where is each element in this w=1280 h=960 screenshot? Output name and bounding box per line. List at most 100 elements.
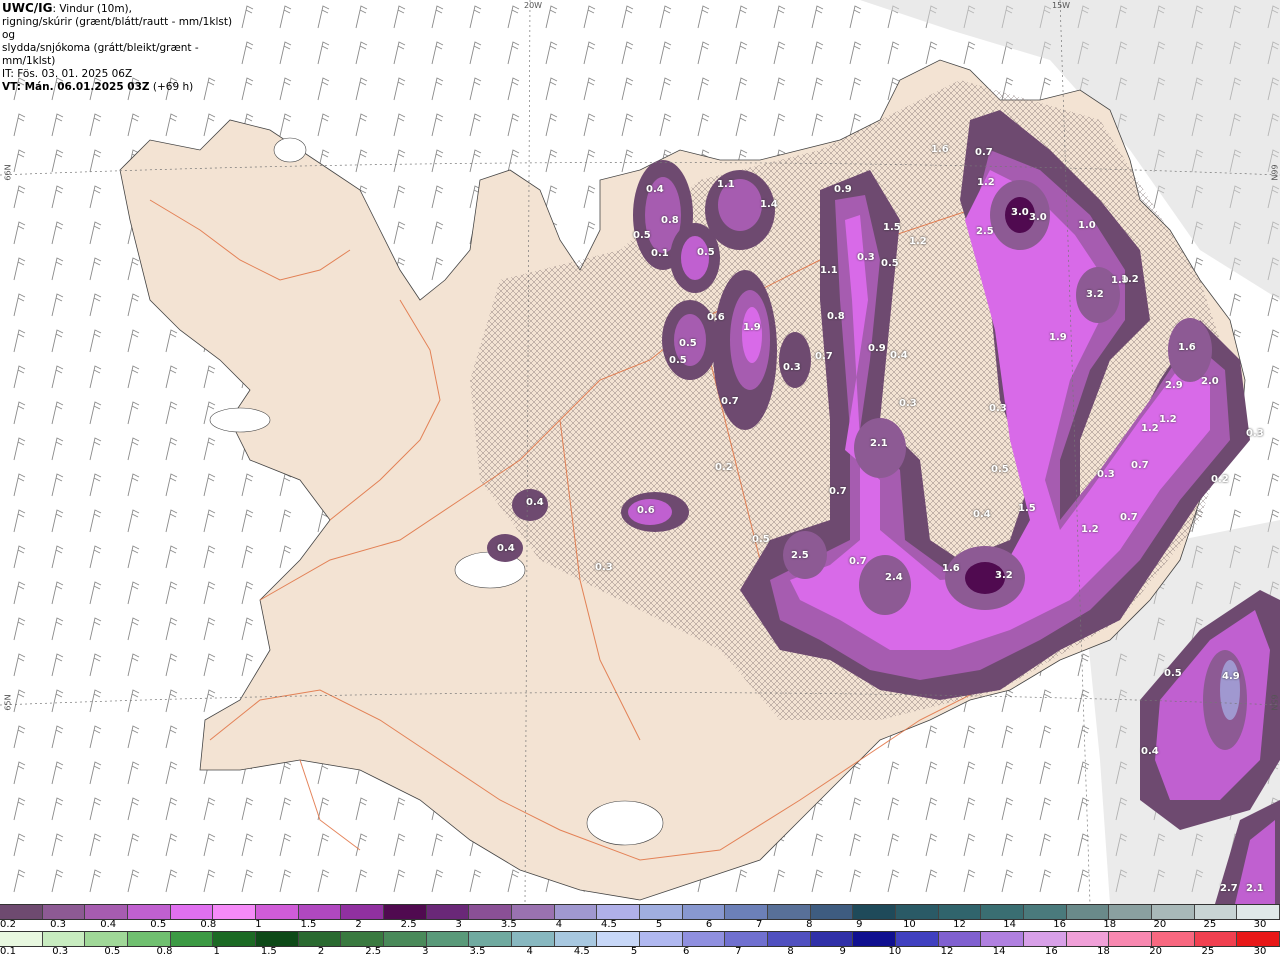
legend-swatch (981, 932, 1025, 946)
precip-value-label: 0.4 (973, 509, 991, 520)
legend-tick-label: 4.5 (573, 946, 590, 957)
legend-tick-label: 9 (856, 919, 863, 930)
legend-tick-label: 30 (1253, 919, 1267, 930)
legend-tick-label: 3 (455, 919, 462, 930)
precip-value-label: 0.5 (679, 338, 697, 349)
legend-swatch (554, 932, 598, 946)
legend-swatch (128, 905, 171, 919)
legend-tick-label: 8 (787, 946, 794, 957)
legend-tick-label: 0.8 (156, 946, 173, 957)
legend-tick-label: 14 (992, 946, 1006, 957)
legend-swatch (42, 905, 86, 919)
precip-value-label: 0.8 (827, 311, 845, 322)
legend-tick-label: 10 (888, 946, 902, 957)
precip-value-label: 1.1 (717, 179, 735, 190)
glacier-patch (209, 407, 271, 433)
legend-swatch (768, 905, 811, 919)
snow-legend-labels: 0.2 0.3 0.4 0.5 0.8 1 1.5 2 2.5 3 3.5 4 4.5 5 6 7 8 9 10 12… (0, 919, 1280, 931)
legend-tick-label: 25 (1203, 919, 1217, 930)
legend-swatch (170, 932, 214, 946)
precip-value-label: 1.5 (883, 222, 901, 233)
legend-swatch (1194, 905, 1238, 919)
precip-value-label: 0.9 (868, 343, 886, 354)
precip-value-label: 1.2 (977, 177, 995, 188)
legend-swatch (853, 932, 897, 946)
precip-value-label: 0.8 (661, 215, 679, 226)
precip-value-label: 2.9 (1165, 380, 1183, 391)
precip-value-label: 0.5 (633, 230, 651, 241)
precip-value-label: 1.6 (1178, 342, 1196, 353)
legend-swatch (1237, 905, 1280, 919)
legend-tick-label: 0.2 (0, 919, 16, 930)
precip-value-label: 1.2 (1159, 414, 1177, 425)
precip-value-label: 0.5 (881, 258, 899, 269)
legend-swatch (1152, 905, 1195, 919)
coord-label-20w: 20W (524, 1, 543, 10)
precip-value-label: 0.7 (815, 351, 833, 362)
legend-swatch (42, 932, 86, 946)
legend-swatch (298, 932, 342, 946)
map-info-box: UWC/IG: Vindur (10m), rigning/skúrir (gr… (0, 0, 240, 93)
legend-swatch (938, 905, 982, 919)
legend-swatch (981, 905, 1025, 919)
weather-map (0, 0, 1280, 904)
coord-label-65n-left: 65N (3, 694, 13, 711)
precip-value-label: 0.6 (707, 312, 725, 323)
legend-tick-label: 5 (655, 919, 663, 930)
precip-value-label: 0.5 (697, 247, 715, 258)
glacier-patch (273, 137, 307, 163)
precip-value-label: 0.3 (595, 562, 613, 573)
legend-swatch (1194, 932, 1238, 946)
precip-value-label: 0.5 (1164, 668, 1182, 679)
legend-swatch (170, 905, 214, 919)
legend-tick-label: 6 (705, 919, 713, 930)
legend-swatch (810, 905, 854, 919)
legend-swatch (256, 932, 299, 946)
legend-tick-label: 20 (1153, 919, 1167, 930)
legend-tick-label: 4 (526, 946, 533, 957)
rain-legend-swatches (0, 931, 1280, 947)
legend-tick-label: 9 (839, 946, 846, 957)
precip-value-label: 0.3 (1097, 469, 1115, 480)
precip-value-label: 1.6 (931, 144, 949, 155)
legend-tick-label: 0.3 (50, 919, 67, 930)
legend-tick-label: 12 (940, 946, 954, 957)
precip-value-label: 1.9 (743, 322, 761, 333)
legend-swatch (597, 905, 641, 919)
legend-swatch (1237, 932, 1280, 946)
legend-swatch (896, 932, 939, 946)
legend-swatch (384, 932, 427, 946)
coord-label-65n-right: 65N (1269, 694, 1279, 711)
legend-swatch (512, 932, 555, 946)
precip-value-label: 0.1 (651, 248, 669, 259)
precip-value-label: 2.4 (885, 572, 903, 583)
legend-swatch (1024, 932, 1067, 946)
precip-value-label: 0.4 (497, 543, 515, 554)
legend-swatch (1109, 932, 1153, 946)
precip-value-label: 0.3 (989, 403, 1007, 414)
precip-value-label: 0.2 (715, 462, 733, 473)
legend-swatch (0, 932, 43, 946)
legend-swatch (426, 905, 470, 919)
precip-value-label: 0.5 (991, 464, 1009, 475)
precip-value-label: 0.7 (829, 486, 847, 497)
precip-value-label: 1.1 (820, 265, 838, 276)
legend-swatch (469, 905, 513, 919)
precip-value-label: 1.6 (942, 563, 960, 574)
legend-swatch (1066, 905, 1110, 919)
legend-tick-label: 3.5 (500, 919, 517, 930)
precip-value-label: 0.4 (890, 350, 908, 361)
precip-value-label: 0.7 (1120, 512, 1138, 523)
legend-tick-label: 1.5 (260, 946, 277, 957)
legend-swatch (682, 905, 726, 919)
snow-legend-swatches (0, 904, 1280, 920)
legend-tick-label: 1 (255, 919, 262, 930)
legend-swatch (85, 905, 129, 919)
precip-value-label: 0.3 (1246, 428, 1264, 439)
legend-swatch (1066, 932, 1110, 946)
legend-tick-label: 0.5 (150, 919, 167, 930)
model-name: UWC/IG (2, 1, 53, 15)
precip-value-label: 0.7 (721, 396, 739, 407)
legend-swatch (640, 932, 683, 946)
legend-tick-label: 14 (1003, 919, 1016, 930)
